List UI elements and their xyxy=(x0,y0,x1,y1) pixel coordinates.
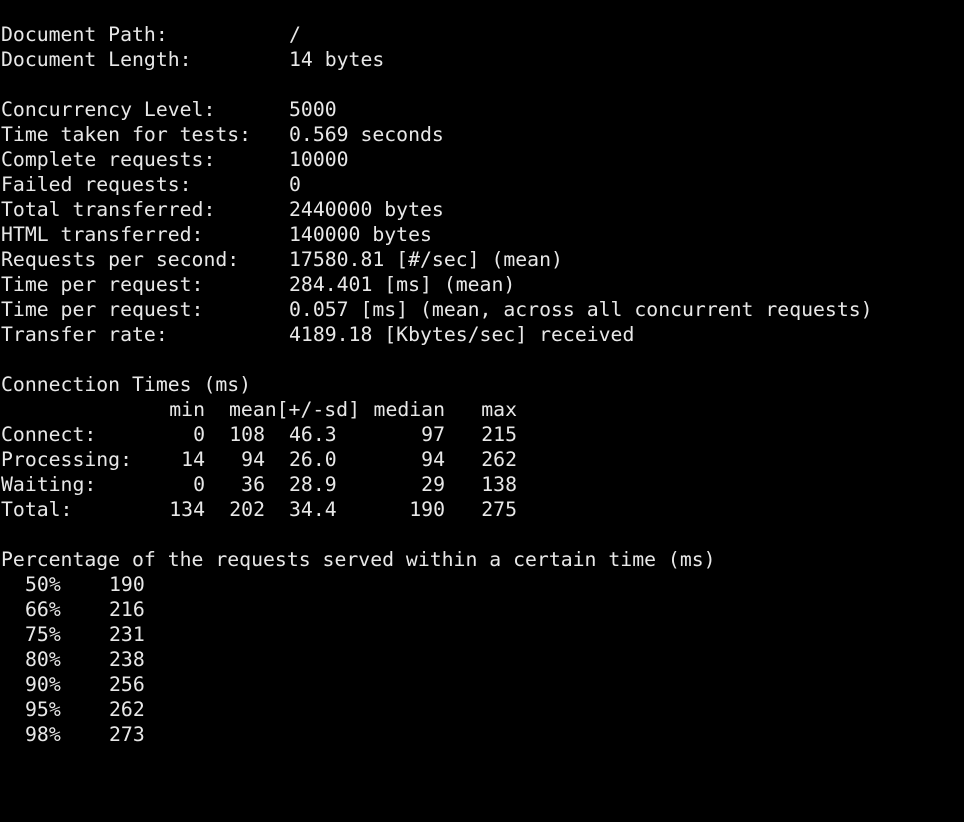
summary-value: 4189.18 [Kbytes/sec] received xyxy=(289,323,635,346)
summary-row-requests-per-second: Requests per second: 17580.81 [#/sec] (m… xyxy=(1,247,961,272)
row-label: Processing: xyxy=(1,448,133,471)
summary-label: Total transferred: xyxy=(1,198,216,221)
row-label: Total: xyxy=(1,498,73,521)
cell-mean: 36 xyxy=(241,473,265,496)
cell-median: 29 xyxy=(421,473,445,496)
percentile-label: 80% xyxy=(25,648,61,671)
summary-label: Document Path: xyxy=(1,23,168,46)
cell-min: 14 xyxy=(181,448,205,471)
connection-times-header: min mean[+/-sd] median max xyxy=(1,397,961,422)
percentile-value: 216 xyxy=(109,598,145,621)
connection-row-processing: Processing: 14 94 26.0 94 262 xyxy=(1,447,961,472)
cell-max: 215 xyxy=(481,423,517,446)
percentile-label: 95% xyxy=(25,698,61,721)
connection-row-total: Total: 134 202 34.4 190 275 xyxy=(1,497,961,522)
row-label: Connect: xyxy=(1,423,97,446)
row-label: Waiting: xyxy=(1,473,97,496)
connection-row-connect: Connect: 0 108 46.3 97 215 xyxy=(1,422,961,447)
percentile-row: 98% 273 xyxy=(1,722,961,747)
percentiles-title: Percentage of the requests served within… xyxy=(1,548,716,571)
percentile-value: 273 xyxy=(109,723,145,746)
connection-row-waiting: Waiting: 0 36 28.9 29 138 xyxy=(1,472,961,497)
cell-sd: 46.3 xyxy=(289,423,337,446)
summary-row-html-transferred: HTML transferred: 140000 bytes xyxy=(1,222,961,247)
cell-median: 94 xyxy=(421,448,445,471)
summary-value: 10000 xyxy=(289,148,349,171)
cell-median: 97 xyxy=(421,423,445,446)
header-mean-sd: mean[+/-sd] xyxy=(229,398,361,421)
connection-times-title: Connection Times (ms) xyxy=(1,373,252,396)
summary-row-concurrency-level: Concurrency Level: 5000 xyxy=(1,97,961,122)
summary-label: Complete requests: xyxy=(1,148,216,171)
percentile-row: 66% 216 xyxy=(1,597,961,622)
summary-value: 17580.81 [#/sec] (mean) xyxy=(289,248,563,271)
percentile-label: 98% xyxy=(25,723,61,746)
cell-min: 0 xyxy=(193,423,205,446)
cell-min: 134 xyxy=(169,498,205,521)
summary-value: 284.401 [ms] (mean) xyxy=(289,273,516,296)
summary-row-time-per-request-concurrent: Time per request: 0.057 [ms] (mean, acro… xyxy=(1,297,961,322)
cell-max: 275 xyxy=(481,498,517,521)
summary-value: 0 xyxy=(289,173,301,196)
summary-value: 140000 bytes xyxy=(289,223,432,246)
cell-sd: 28.9 xyxy=(289,473,337,496)
summary-value: 2440000 bytes xyxy=(289,198,444,221)
cell-mean: 94 xyxy=(241,448,265,471)
cell-min: 0 xyxy=(193,473,205,496)
percentile-label: 50% xyxy=(25,573,61,596)
summary-label: Concurrency Level: xyxy=(1,98,216,121)
summary-label: Requests per second: xyxy=(1,248,240,271)
summary-row-failed-requests: Failed requests: 0 xyxy=(1,172,961,197)
percentile-row: 50% 190 xyxy=(1,572,961,597)
percentile-label: 66% xyxy=(25,598,61,621)
summary-label: Time per request: xyxy=(1,273,204,296)
percentile-value: 231 xyxy=(109,623,145,646)
header-median: median xyxy=(373,398,445,421)
percentile-row: 80% 238 xyxy=(1,647,961,672)
summary-label: Time taken for tests: xyxy=(1,123,252,146)
summary-row-total-transferred: Total transferred: 2440000 bytes xyxy=(1,197,961,222)
percentile-row: 75% 231 xyxy=(1,622,961,647)
percentile-row: 90% 256 xyxy=(1,672,961,697)
percentile-value: 190 xyxy=(109,573,145,596)
summary-value: / xyxy=(289,23,301,46)
summary-row-document-path: Document Path: / xyxy=(1,22,961,47)
percentile-label: 75% xyxy=(25,623,61,646)
summary-row-complete-requests: Complete requests: 10000 xyxy=(1,147,961,172)
cell-max: 138 xyxy=(481,473,517,496)
summary-label: Transfer rate: xyxy=(1,323,168,346)
summary-row-transfer-rate: Transfer rate: 4189.18 [Kbytes/sec] rece… xyxy=(1,322,961,347)
percentile-value: 262 xyxy=(109,698,145,721)
summary-label: Time per request: xyxy=(1,298,204,321)
header-max: max xyxy=(481,398,517,421)
cell-mean: 202 xyxy=(229,498,265,521)
cell-mean: 108 xyxy=(229,423,265,446)
percentile-label: 90% xyxy=(25,673,61,696)
percentile-value: 256 xyxy=(109,673,145,696)
percentile-value: 238 xyxy=(109,648,145,671)
summary-label: Failed requests: xyxy=(1,173,192,196)
summary-label: HTML transferred: xyxy=(1,223,204,246)
summary-row-document-length: Document Length: 14 bytes xyxy=(1,47,961,72)
percentile-row: 95% 262 xyxy=(1,697,961,722)
summary-value: 0.057 [ms] (mean, across all concurrent … xyxy=(289,298,873,321)
summary-row-time-taken: Time taken for tests: 0.569 seconds xyxy=(1,122,961,147)
header-min: min xyxy=(169,398,205,421)
cell-max: 262 xyxy=(481,448,517,471)
summary-value: 5000 xyxy=(289,98,337,121)
summary-value: 0.569 seconds xyxy=(289,123,444,146)
summary-row-time-per-request-mean: Time per request: 284.401 [ms] (mean) xyxy=(1,272,961,297)
terminal-output[interactable]: Document Path: / Document Length: 14 byt… xyxy=(1,22,961,747)
summary-label: Document Length: xyxy=(1,48,192,71)
summary-value: 14 bytes xyxy=(289,48,385,71)
cell-median: 190 xyxy=(409,498,445,521)
cell-sd: 34.4 xyxy=(289,498,337,521)
cell-sd: 26.0 xyxy=(289,448,337,471)
